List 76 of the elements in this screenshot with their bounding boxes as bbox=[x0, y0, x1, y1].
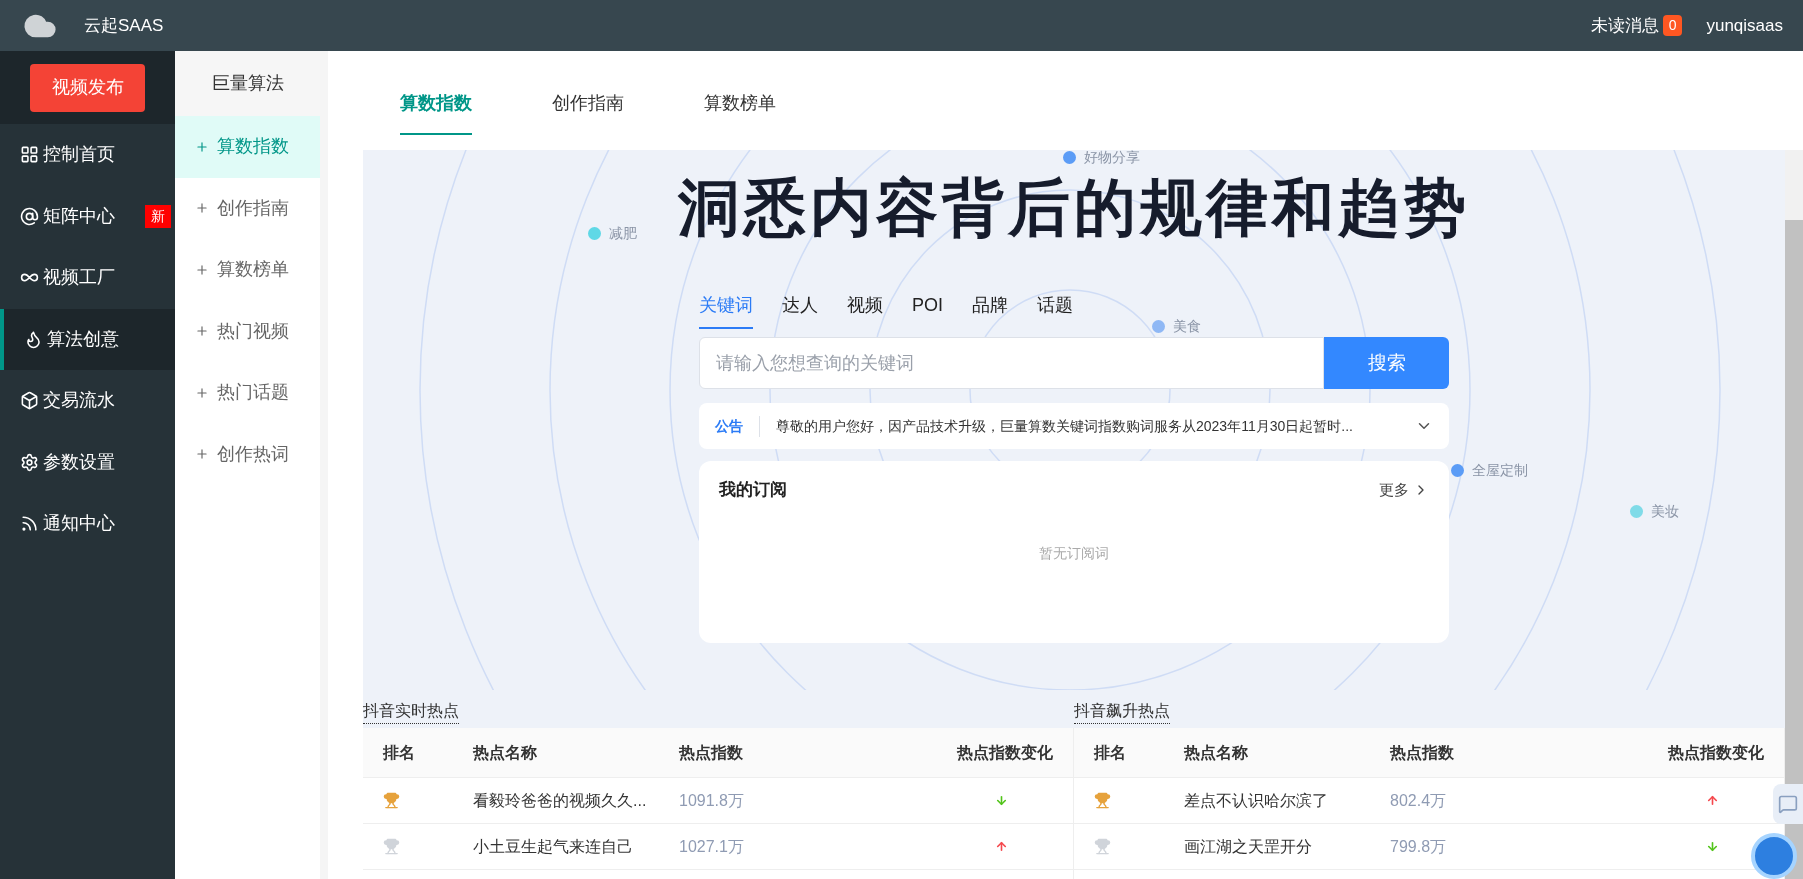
table-cell-text: 802.4万 bbox=[1390, 790, 1448, 811]
trophy-icon bbox=[383, 838, 400, 855]
column-header: 热点指数 bbox=[1390, 742, 1455, 763]
at-icon bbox=[20, 206, 39, 226]
subnav-item[interactable]: 热门视频 bbox=[175, 300, 320, 362]
table-cell-text: 画江湖之天罡开分 bbox=[1184, 836, 1313, 857]
sidebar-item[interactable]: 控制首页 bbox=[0, 124, 175, 186]
sidebar-item[interactable]: 视频工厂 bbox=[0, 247, 175, 309]
plus-icon bbox=[195, 262, 209, 277]
table-cell-text: 799.8万 bbox=[1390, 836, 1448, 857]
sidebar-item[interactable]: 交易流水 bbox=[0, 370, 175, 432]
publish-video-button[interactable]: 视频发布 bbox=[30, 63, 145, 112]
plus-icon bbox=[195, 139, 209, 154]
search-type-tab[interactable]: 话题 bbox=[1037, 292, 1073, 329]
subnav-item[interactable]: 创作指南 bbox=[175, 177, 320, 239]
subnav-title: 巨量算法 bbox=[175, 51, 320, 116]
search-type-tab[interactable]: 关键词 bbox=[699, 292, 753, 329]
column-header: 热点指数 bbox=[679, 742, 744, 763]
user-menu[interactable]: yunqisaas bbox=[1706, 12, 1783, 39]
search-type-tab[interactable]: POI bbox=[912, 292, 943, 329]
column-header: 热点名称 bbox=[1184, 742, 1249, 763]
search-type-tab[interactable]: 品牌 bbox=[972, 292, 1008, 329]
trophy-icon bbox=[383, 792, 400, 809]
sidebar-item[interactable]: 参数设置 bbox=[0, 431, 175, 493]
table-title: 抖音实时热点 bbox=[363, 699, 459, 724]
column-header: 排名 bbox=[1094, 742, 1127, 763]
plus-icon bbox=[195, 324, 209, 339]
subnav-item[interactable]: 算数榜单 bbox=[175, 239, 320, 301]
subscription-title: 我的订阅 bbox=[719, 479, 787, 501]
unread-messages-label[interactable]: 未读消息 bbox=[1590, 12, 1659, 39]
table-cell-text: 看毅玲爸爸的视频久久... bbox=[473, 790, 648, 811]
box-icon bbox=[20, 391, 39, 411]
column-header: 热点指数变化 bbox=[957, 742, 1053, 763]
floating-keyword: 美食 bbox=[1173, 317, 1201, 336]
more-link[interactable]: 更多 bbox=[1379, 478, 1429, 501]
plus-icon bbox=[195, 385, 209, 400]
subnav-item[interactable]: 创作热词 bbox=[175, 423, 320, 485]
column-header: 热点名称 bbox=[473, 742, 538, 763]
table-cell-text: 小土豆生起气来连自己 bbox=[473, 836, 634, 857]
sidebar-item[interactable]: 矩阵中心 新 bbox=[0, 185, 175, 247]
empty-message: 暂无订阅词 bbox=[1039, 543, 1109, 563]
search-field[interactable]: 请输入您想查询的关键词 bbox=[699, 337, 1324, 389]
plus-icon bbox=[195, 201, 209, 216]
new-badge: 新 bbox=[145, 204, 171, 228]
floating-keyword: 全屋定制 bbox=[1472, 461, 1528, 480]
hero-title: 洞悉内容背后的规律和趋势 bbox=[678, 172, 1470, 244]
chat-bubble-icon[interactable] bbox=[1773, 784, 1803, 824]
floating-keyword: 好物分享 bbox=[1084, 150, 1140, 167]
page-tab[interactable]: 创作指南 bbox=[552, 90, 624, 135]
sidebar-item[interactable]: 通知中心 bbox=[0, 493, 175, 555]
table-cell-text: 1027.1万 bbox=[679, 836, 745, 857]
sidebar-item[interactable]: 算法创意 bbox=[0, 308, 175, 370]
notice-label: 公告 bbox=[715, 415, 760, 437]
plus-icon bbox=[195, 447, 209, 462]
search-type-tab[interactable]: 达人 bbox=[782, 292, 818, 329]
page-tab[interactable]: 算数榜单 bbox=[704, 90, 776, 135]
trophy-icon bbox=[1094, 792, 1111, 809]
flame-icon bbox=[24, 329, 43, 349]
page-tab[interactable]: 算数指数 bbox=[400, 90, 472, 135]
column-header: 排名 bbox=[383, 742, 416, 763]
table-cell-text: 差点不认识哈尔滨了 bbox=[1184, 790, 1329, 811]
brand-name: 云起SAAS bbox=[84, 14, 164, 37]
floating-keyword: 减肥 bbox=[609, 224, 637, 243]
rss-icon bbox=[20, 514, 39, 534]
unread-count-badge: 0 bbox=[1662, 15, 1683, 36]
notice-text: 尊敬的用户您好，因产品技术升级，巨量算数关键词指数购词服务从2023年11月30日起暂时... bbox=[776, 416, 1353, 436]
subnav-item[interactable]: 算数指数 bbox=[175, 116, 320, 178]
search-type-tab[interactable]: 视频 bbox=[847, 292, 883, 329]
subnav-item[interactable]: 热门话题 bbox=[175, 362, 320, 424]
floating-keyword: 美妆 bbox=[1651, 502, 1679, 521]
trophy-icon bbox=[1094, 838, 1111, 855]
grid-icon bbox=[20, 145, 39, 165]
column-header: 热点指数变化 bbox=[1668, 742, 1764, 763]
table-title: 抖音飙升热点 bbox=[1074, 699, 1170, 724]
settings-icon bbox=[20, 452, 39, 472]
table-cell-text: 1091.8万 bbox=[679, 790, 745, 811]
